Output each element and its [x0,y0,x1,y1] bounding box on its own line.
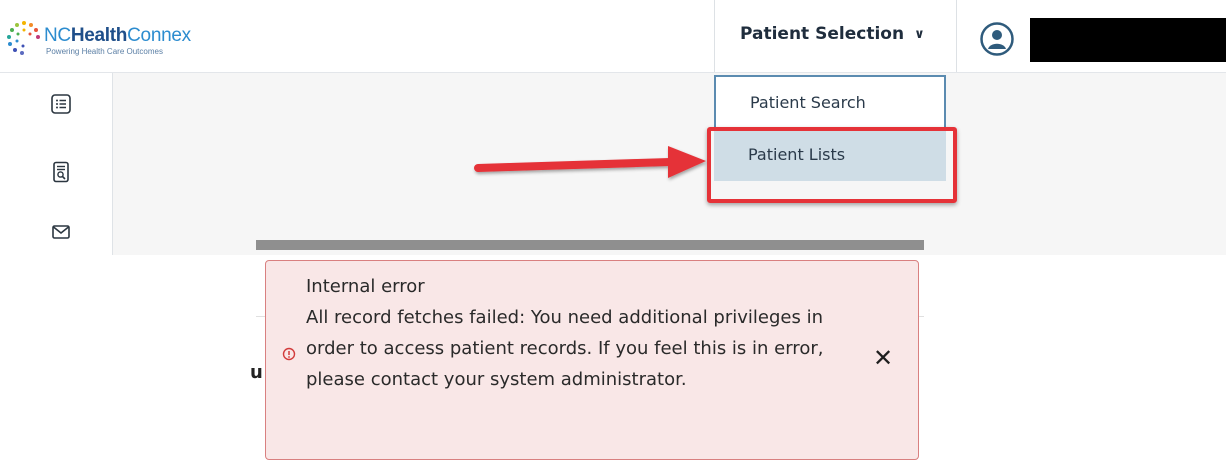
toast-container-bar [256,240,924,250]
logo-connex: Connex [127,25,191,46]
header-divider [714,0,715,72]
logo-nc: NC [44,25,71,46]
toast-text: Internal error All record fetches failed… [306,271,866,395]
redacted-user-name [1030,18,1226,62]
logo-wordmark: NCHealthConnex [44,25,191,47]
header-divider [956,0,957,72]
logo-dots-icon [7,21,40,55]
list-icon[interactable] [50,93,72,115]
background-text-fragment: u [250,362,263,383]
mail-icon[interactable] [50,221,72,243]
user-avatar-icon[interactable] [980,22,1014,56]
annotation-highlight-box [707,127,957,203]
document-search-icon[interactable] [50,161,72,183]
left-sidebar [0,73,113,255]
toast-message: All record fetches failed: You need addi… [306,307,824,390]
chevron-down-icon: ∨ [914,27,925,42]
logo-tagline: Powering Health Care Outcomes [46,47,163,56]
error-icon [282,347,296,361]
menu-item-patient-search[interactable]: Patient Search [714,75,946,127]
patient-selection-label: Patient Selection [740,24,905,44]
annotation-arrow [474,146,706,178]
top-header: NCHealthConnex Powering Health Care Outc… [0,0,1226,73]
close-icon[interactable]: ✕ [872,346,894,370]
toast-title: Internal error [306,276,425,297]
patient-selection-menu-button[interactable]: Patient Selection ∨ [740,24,925,44]
error-toast: Internal error All record fetches failed… [265,260,919,460]
logo-health: Health [70,25,128,46]
